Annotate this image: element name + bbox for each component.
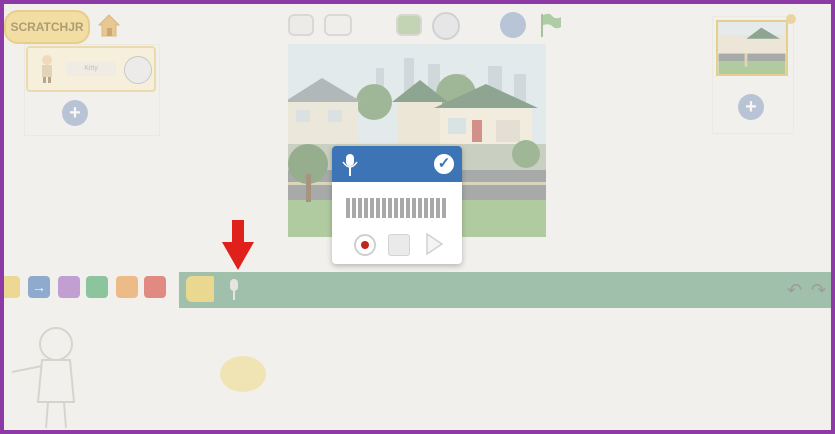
red-arrow-icon <box>222 220 254 270</box>
record-sound-dialog: ✓ <box>332 146 462 264</box>
stop-button[interactable] <box>388 234 410 256</box>
volume-level-meter <box>346 198 448 218</box>
scratchjr-app: SCRATCHJR Kitty + + → ↶ ↷ ✓ <box>4 4 831 430</box>
dialog-header: ✓ <box>332 146 462 182</box>
record-button[interactable] <box>354 234 376 256</box>
microphone-icon <box>342 154 358 176</box>
play-icon[interactable] <box>424 232 444 256</box>
checkmark-icon[interactable]: ✓ <box>432 152 456 176</box>
